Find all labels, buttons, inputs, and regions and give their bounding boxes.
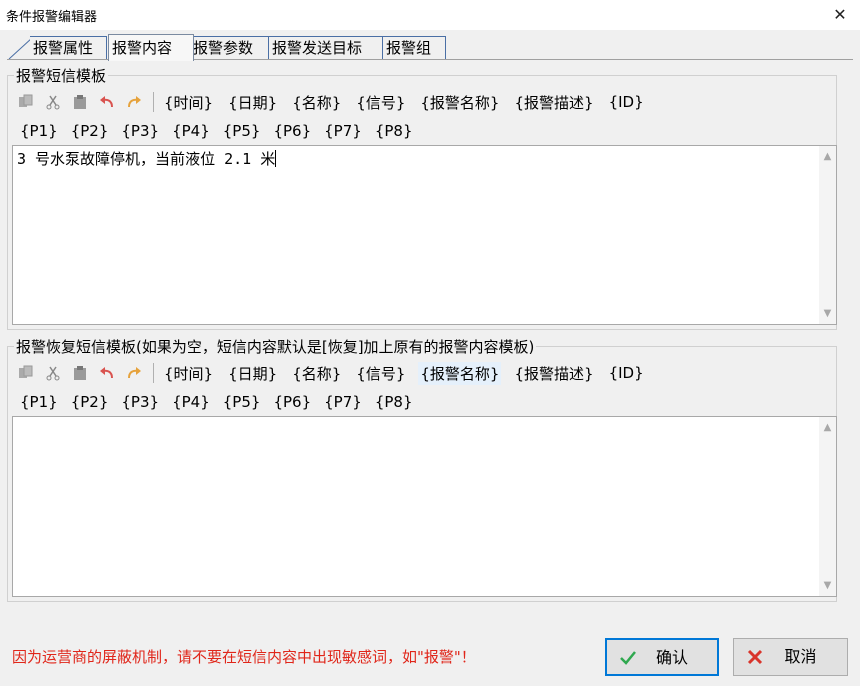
- toolbar-separator: [153, 363, 154, 383]
- token-name[interactable]: {名称}: [290, 91, 343, 114]
- token-id[interactable]: {ID}: [607, 363, 646, 383]
- token-signal[interactable]: {信号}: [354, 362, 407, 385]
- token-p7[interactable]: {P7}: [322, 121, 364, 141]
- tab-alarm-group[interactable]: 报警组: [382, 36, 446, 59]
- token-p5[interactable]: {P5}: [221, 392, 263, 412]
- window-title: 条件报警编辑器: [6, 10, 98, 25]
- token-p4[interactable]: {P4}: [170, 392, 212, 412]
- toolbar-separator: [153, 92, 154, 112]
- token-p1[interactable]: {P1}: [18, 392, 60, 412]
- recovery-scrollbar[interactable]: ▲ ▼: [819, 417, 836, 596]
- redo-icon[interactable]: [124, 92, 144, 112]
- recovery-template-label: 报警恢复短信模板(如果为空，短信内容默认是[恢复]加上原有的报警内容模板): [14, 336, 537, 357]
- tab-alarm-content[interactable]: 报警内容: [108, 34, 194, 61]
- token-p5[interactable]: {P5}: [221, 121, 263, 141]
- token-p3[interactable]: {P3}: [119, 121, 161, 141]
- confirm-label: 确认: [655, 648, 688, 667]
- token-alarm-description[interactable]: {报警描述}: [512, 362, 595, 385]
- sms-content-text: 3 号水泵故障停机，当前液位 2.1 米: [17, 150, 276, 168]
- token-time[interactable]: {时间}: [162, 91, 215, 114]
- sms-scrollbar[interactable]: ▲ ▼: [819, 146, 836, 324]
- tab-alarm-properties[interactable]: 报警属性: [30, 36, 107, 59]
- scroll-down-icon[interactable]: ▼: [819, 305, 836, 322]
- scroll-down-icon[interactable]: ▼: [819, 577, 836, 594]
- scroll-up-icon[interactable]: ▲: [819, 419, 836, 436]
- token-alarm-name[interactable]: {报警名称}: [418, 91, 501, 114]
- paste-icon[interactable]: [70, 92, 90, 112]
- undo-icon[interactable]: [97, 363, 117, 383]
- token-p8[interactable]: {P8}: [373, 121, 415, 141]
- cut-icon[interactable]: [43, 92, 63, 112]
- redo-icon[interactable]: [124, 363, 144, 383]
- token-alarm-name[interactable]: {报警名称}: [418, 361, 502, 385]
- token-time[interactable]: {时间}: [162, 362, 215, 385]
- token-p1[interactable]: {P1}: [18, 121, 60, 141]
- token-p2[interactable]: {P2}: [69, 121, 111, 141]
- sms-content-textarea[interactable]: 3 号水泵故障停机，当前液位 2.1 米 ▲ ▼: [12, 145, 837, 325]
- sms-template-label: 报警短信模板: [14, 65, 109, 86]
- copy-icon[interactable]: [16, 363, 36, 383]
- token-alarm-description[interactable]: {报警描述}: [512, 91, 595, 114]
- tab-alarm-parameters[interactable]: 报警参数: [189, 36, 271, 59]
- token-signal[interactable]: {信号}: [354, 91, 407, 114]
- token-p8[interactable]: {P8}: [373, 392, 415, 412]
- tab-alarm-targets[interactable]: 报警发送目标: [268, 36, 384, 59]
- token-id[interactable]: {ID}: [607, 92, 646, 112]
- token-date[interactable]: {日期}: [226, 91, 279, 114]
- title-bar: 条件报警编辑器 ✕: [0, 0, 860, 30]
- recovery-param-tokens: {P1} {P2} {P3} {P4} {P5} {P6} {P7} {P8}: [18, 391, 424, 413]
- cancel-button[interactable]: 取消: [733, 638, 848, 676]
- recovery-toolbar: {时间} {日期} {名称} {信号} {报警名称} {报警描述} {ID}: [16, 361, 657, 385]
- cancel-label: 取消: [784, 647, 817, 666]
- paste-icon[interactable]: [70, 363, 90, 383]
- token-date[interactable]: {日期}: [226, 362, 279, 385]
- cut-icon[interactable]: [43, 363, 63, 383]
- recovery-content-textarea[interactable]: ▲ ▼: [12, 416, 837, 597]
- text-caret: [275, 150, 277, 167]
- close-icon[interactable]: ✕: [820, 0, 860, 30]
- token-p6[interactable]: {P6}: [271, 121, 313, 141]
- token-p6[interactable]: {P6}: [271, 392, 313, 412]
- token-p7[interactable]: {P7}: [322, 392, 364, 412]
- token-p3[interactable]: {P3}: [119, 392, 161, 412]
- sms-param-tokens: {P1} {P2} {P3} {P4} {P5} {P6} {P7} {P8}: [18, 120, 424, 142]
- scroll-up-icon[interactable]: ▲: [819, 148, 836, 165]
- sms-toolbar: {时间} {日期} {名称} {信号} {报警名称} {报警描述} {ID}: [16, 90, 657, 114]
- token-name[interactable]: {名称}: [290, 362, 343, 385]
- token-p4[interactable]: {P4}: [170, 121, 212, 141]
- confirm-button[interactable]: 确认: [605, 638, 719, 676]
- undo-icon[interactable]: [97, 92, 117, 112]
- token-p2[interactable]: {P2}: [69, 392, 111, 412]
- copy-icon[interactable]: [16, 92, 36, 112]
- sensitive-word-warning: 因为运营商的屏蔽机制，请不要在短信内容中出现敏感词，如"报警"！: [12, 648, 476, 666]
